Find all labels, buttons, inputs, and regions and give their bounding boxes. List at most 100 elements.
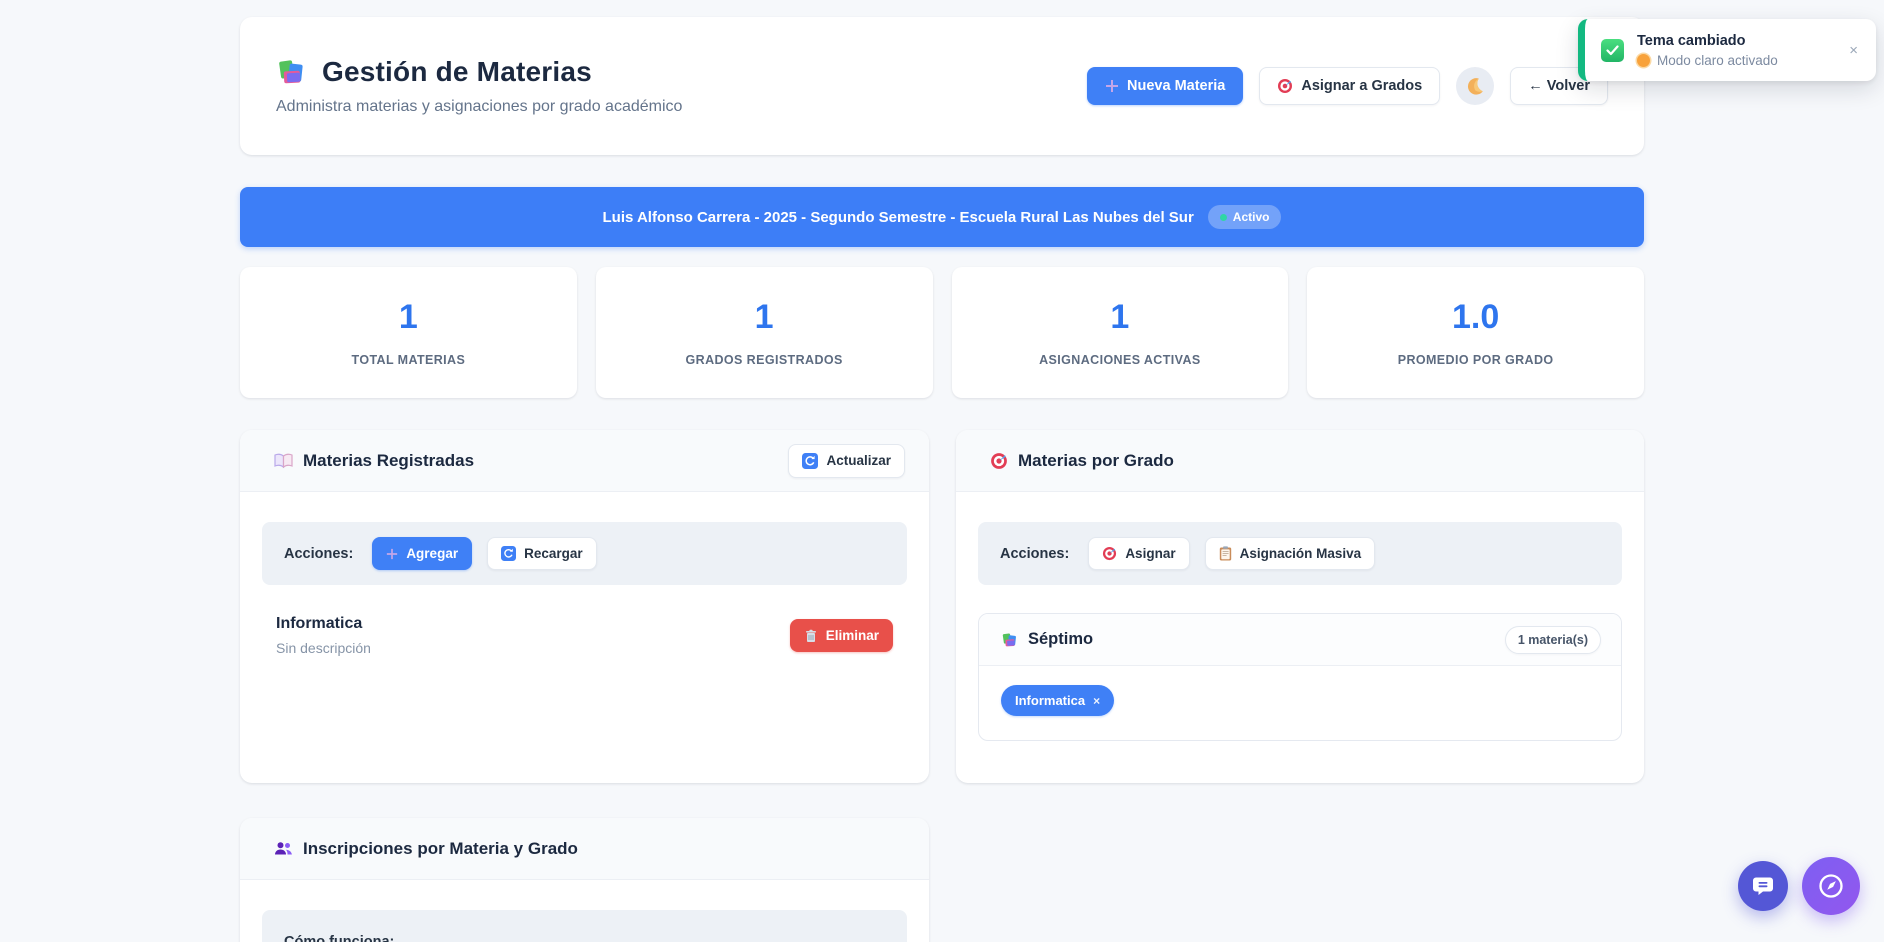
compass-icon [1817,872,1845,900]
refresh-subjects-label: Actualizar [826,453,891,468]
assign-label: Asignar [1125,546,1175,561]
bulk-assign-button[interactable]: Asignación Masiva [1205,537,1376,570]
chip-remove-icon[interactable]: × [1093,694,1100,708]
header-left: Gestión de Materias Administra materias … [276,56,682,116]
subject-name: Informatica [276,615,371,633]
new-subject-label: Nueva Materia [1127,78,1225,94]
stat-label: TOTAL MATERIAS [352,353,466,367]
add-subject-label: Agregar [406,546,458,561]
chat-bubble-icon [1752,875,1774,897]
grade-card: Séptimo 1 materia(s) Informatica × [978,613,1622,741]
stat-value: 1 [1110,298,1129,337]
target-icon [990,452,1008,470]
subjects-actions-label: Acciones: [284,546,353,562]
enrollments-title: Inscripciones por Materia y Grado [274,839,578,859]
context-banner: Luis Alfonso Carrera - 2025 - Segundo Se… [240,187,1644,247]
how-it-works-label: Cómo funciona: [284,934,885,942]
books-stack-icon [276,56,308,88]
assign-button[interactable]: Asignar [1088,537,1189,570]
subjects-by-grade-title: Materias por Grado [990,451,1174,471]
registered-subjects-header: Materias Registradas Actualizar [240,430,929,492]
status-badge-label: Activo [1233,210,1270,224]
moon-icon [1465,76,1485,96]
page-title: Gestión de Materias [322,56,592,88]
grade-card-header: Séptimo 1 materia(s) [979,614,1621,666]
stat-value: 1.0 [1452,298,1499,337]
subjects-actions-box: Acciones: Agregar [262,522,907,585]
header-actions: Nueva Materia Asignar a Grados [1087,67,1608,105]
stat-card-total-materias: 1 TOTAL MATERIAS [240,267,577,398]
enrollments-header: Inscripciones por Materia y Grado [240,818,929,880]
subjects-by-grade-panel: Materias por Grado Acciones: Asignar [956,430,1644,783]
context-banner-text: Luis Alfonso Carrera - 2025 - Segundo Se… [603,209,1194,226]
toast-body: Tema cambiado Modo claro activado [1637,33,1832,68]
grade-count-badge: 1 materia(s) [1505,626,1601,654]
subject-description: Sin descripción [276,640,371,656]
stat-card-asignaciones-activas: 1 ASIGNACIONES ACTIVAS [952,267,1289,398]
page-header-card: Gestión de Materias Administra materias … [240,17,1644,155]
active-dot-icon [1220,214,1227,221]
stat-label: ASIGNACIONES ACTIVAS [1039,353,1201,367]
check-icon [1601,39,1624,62]
subjects-by-grade-title-label: Materias por Grado [1018,451,1174,471]
toast-message-label: Modo claro activado [1657,53,1778,68]
plus-icon [1105,79,1119,93]
grade-actions-label: Acciones: [1000,546,1069,562]
floating-buttons [1738,857,1860,915]
registered-subjects-title: Materias Registradas [274,451,474,471]
stat-value: 1 [399,298,418,337]
registered-subjects-body: Acciones: Agregar [240,492,929,680]
assign-grades-label: Asignar a Grados [1301,78,1422,94]
chat-fab-button[interactable] [1738,861,1788,911]
refresh-subjects-button[interactable]: Actualizar [788,444,905,478]
enrollments-title-label: Inscripciones por Materia y Grado [303,839,578,859]
subject-chip-label: Informatica [1015,693,1085,708]
reload-subjects-label: Recargar [524,546,583,561]
plus-icon [386,548,398,560]
add-subject-button[interactable]: Agregar [372,537,472,570]
target-icon [1277,78,1293,94]
subject-chip[interactable]: Informatica × [1001,685,1114,716]
grade-card-body: Informatica × [979,666,1621,740]
bulk-assign-label: Asignación Masiva [1240,546,1362,561]
page-subtitle: Administra materias y asignaciones por g… [276,98,682,116]
target-icon [1102,546,1117,561]
enrollments-body: Cómo funciona: [240,880,929,942]
status-badge: Activo [1208,205,1282,229]
delete-subject-button[interactable]: Eliminar [790,619,893,652]
toast-notification: Tema cambiado Modo claro activado × [1578,19,1876,81]
toast-close-button[interactable]: × [1845,40,1862,61]
refresh-icon [802,453,818,469]
open-book-icon [274,453,293,469]
stat-label: PROMEDIO POR GRADO [1398,353,1554,367]
enrollments-panel: Inscripciones por Materia y Grado Cómo f… [240,818,929,942]
back-label: ← Volver [1528,78,1590,94]
stat-card-grados-registrados: 1 GRADOS REGISTRADOS [596,267,933,398]
grade-actions-box: Acciones: Asignar [978,522,1622,585]
stat-label: GRADOS REGISTRADOS [686,353,843,367]
stat-value: 1 [755,298,774,337]
people-icon [274,841,293,856]
books-stack-icon [1001,631,1019,649]
subjects-by-grade-body: Acciones: Asignar [956,492,1644,765]
theme-toggle-button[interactable] [1456,67,1494,105]
grade-name-label: Séptimo [1028,630,1093,649]
sun-icon [1637,54,1650,67]
delete-subject-label: Eliminar [826,628,879,643]
toast-title: Tema cambiado [1637,33,1832,49]
how-it-works-box: Cómo funciona: [262,910,907,942]
page-container: Gestión de Materias Administra materias … [240,0,1644,942]
registered-subjects-title-label: Materias Registradas [303,451,474,471]
registered-subjects-panel: Materias Registradas Actualizar Accio [240,430,929,783]
compass-fab-button[interactable] [1802,857,1860,915]
reload-subjects-button[interactable]: Recargar [487,537,597,570]
refresh-icon [501,546,516,561]
clipboard-icon [1219,546,1232,561]
new-subject-button[interactable]: Nueva Materia [1087,67,1243,105]
assign-grades-button[interactable]: Asignar a Grados [1259,67,1440,105]
grade-name: Séptimo [1001,630,1093,649]
toast-message: Modo claro activado [1637,53,1832,68]
subjects-by-grade-header: Materias por Grado [956,430,1644,492]
stats-row: 1 TOTAL MATERIAS 1 GRADOS REGISTRADOS 1 … [240,267,1644,398]
trash-icon [804,629,818,643]
